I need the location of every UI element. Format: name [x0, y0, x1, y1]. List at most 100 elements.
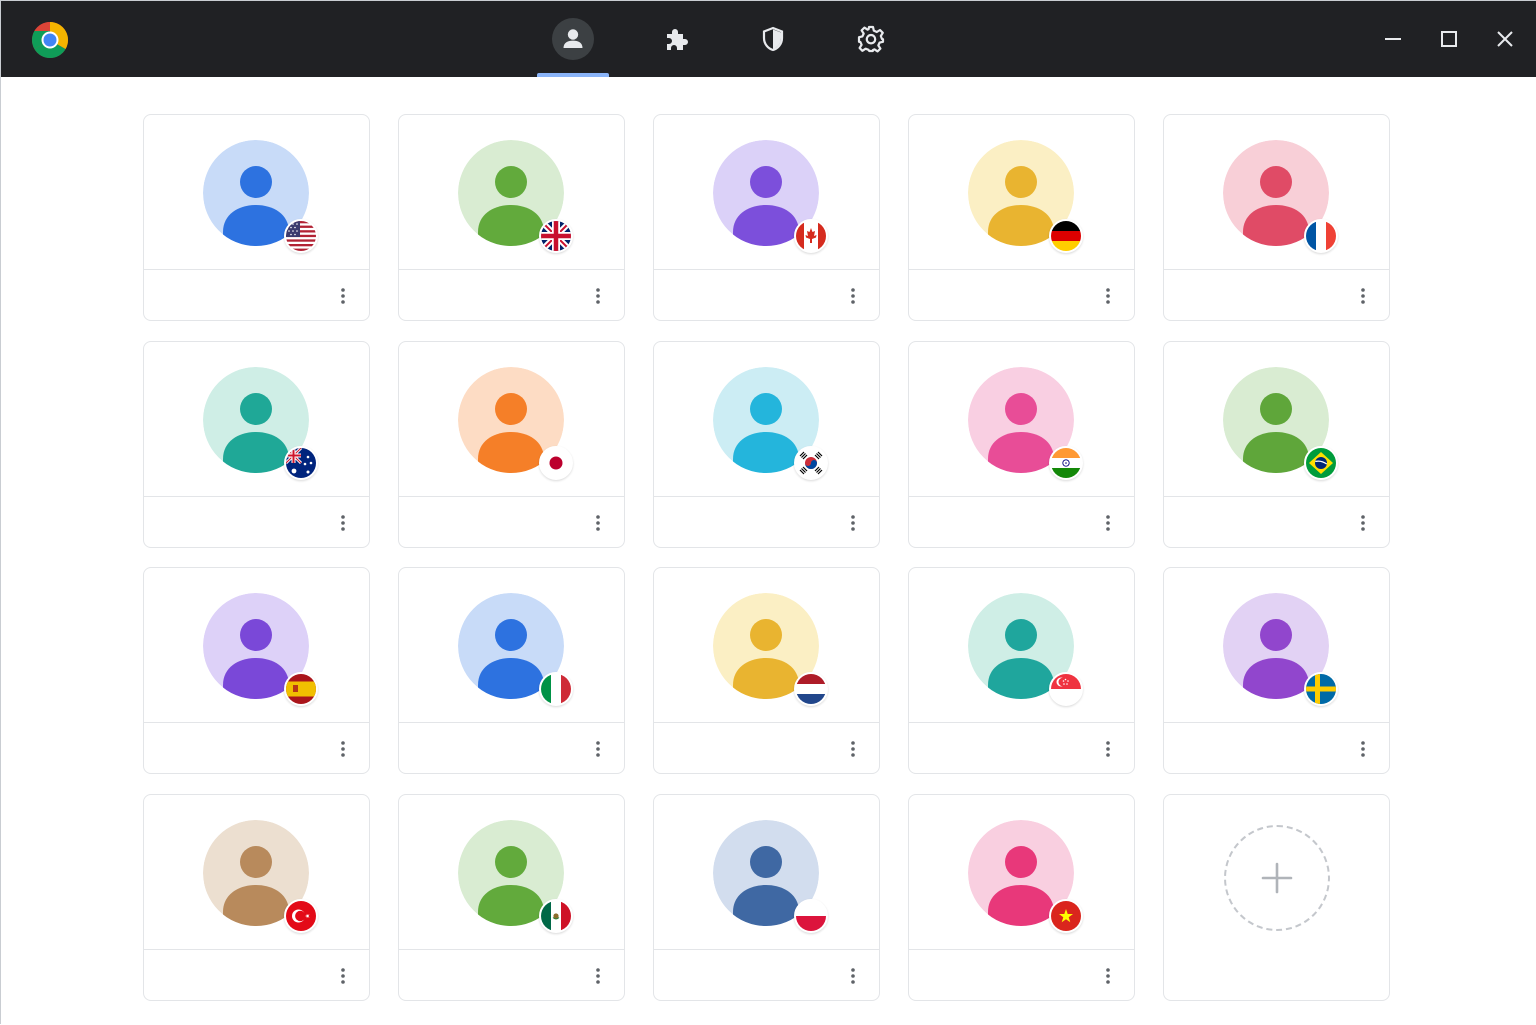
profile-card[interactable]	[143, 341, 370, 548]
minimize-icon	[1385, 38, 1401, 40]
tab-settings[interactable]	[835, 1, 907, 77]
flag-jp-icon	[539, 446, 573, 480]
more-options-button[interactable]	[1096, 282, 1120, 310]
more-vert-icon	[595, 514, 601, 532]
add-profile-card[interactable]	[1163, 794, 1390, 1001]
profile-card-footer	[654, 950, 879, 1002]
more-options-button[interactable]	[841, 962, 865, 990]
flag-it-icon	[539, 672, 573, 706]
more-options-button[interactable]	[841, 282, 865, 310]
maximize-icon	[1441, 31, 1457, 47]
more-options-button[interactable]	[331, 509, 355, 537]
more-options-button[interactable]	[586, 735, 610, 763]
more-options-button[interactable]	[586, 282, 610, 310]
profile-card-footer	[399, 723, 624, 775]
profile-card-avatar-area	[399, 795, 624, 950]
gear-icon	[850, 18, 892, 60]
profile-card[interactable]	[908, 794, 1135, 1001]
close-button[interactable]	[1485, 19, 1525, 59]
more-options-button[interactable]	[331, 962, 355, 990]
profile-card[interactable]	[1163, 114, 1390, 321]
flag-es-icon	[284, 672, 318, 706]
profile-card[interactable]	[653, 341, 880, 548]
minimize-button[interactable]	[1373, 19, 1413, 59]
person-icon	[552, 18, 594, 60]
flag-de-icon	[1049, 219, 1083, 253]
profile-card[interactable]	[908, 114, 1135, 321]
profile-card[interactable]	[1163, 567, 1390, 774]
more-vert-icon	[595, 967, 601, 985]
flag-fr-icon	[1304, 219, 1338, 253]
profile-card-footer	[399, 950, 624, 1002]
profile-card-avatar-area	[909, 568, 1134, 723]
more-options-button[interactable]	[586, 509, 610, 537]
more-options-button[interactable]	[841, 735, 865, 763]
flag-tr-icon	[284, 899, 318, 933]
profile-card[interactable]	[398, 341, 625, 548]
profile-card[interactable]	[143, 114, 370, 321]
tab-extensions[interactable]	[641, 1, 713, 77]
profile-card-footer	[1164, 270, 1389, 322]
profile-card-footer	[654, 723, 879, 775]
plus-icon	[1261, 862, 1293, 894]
more-options-button[interactable]	[1351, 509, 1375, 537]
profile-card-footer	[144, 497, 369, 549]
profile-card-avatar-area	[654, 795, 879, 950]
add-profile-button[interactable]	[1224, 825, 1330, 931]
profile-card[interactable]	[653, 567, 880, 774]
more-vert-icon	[340, 967, 346, 985]
more-vert-icon	[340, 740, 346, 758]
profile-card[interactable]	[143, 567, 370, 774]
more-options-button[interactable]	[1096, 509, 1120, 537]
profile-card[interactable]	[143, 794, 370, 1001]
more-vert-icon	[850, 967, 856, 985]
tab-profiles[interactable]	[537, 1, 609, 77]
flag-au-icon	[284, 446, 318, 480]
profile-card-avatar-area	[909, 115, 1134, 270]
more-vert-icon	[595, 740, 601, 758]
more-options-button[interactable]	[1351, 282, 1375, 310]
more-vert-icon	[595, 287, 601, 305]
profile-card[interactable]	[653, 794, 880, 1001]
flag-mx-icon	[539, 899, 573, 933]
flag-se-icon	[1304, 672, 1338, 706]
more-options-button[interactable]	[841, 509, 865, 537]
flag-gb-icon	[539, 219, 573, 253]
puzzle-piece-icon	[656, 18, 698, 60]
profile-card[interactable]	[1163, 341, 1390, 548]
more-options-button[interactable]	[1096, 735, 1120, 763]
more-options-button[interactable]	[586, 962, 610, 990]
profile-card-footer	[654, 270, 879, 322]
flag-pl-icon	[794, 899, 828, 933]
more-vert-icon	[1360, 287, 1366, 305]
more-vert-icon	[340, 287, 346, 305]
profile-card[interactable]	[398, 567, 625, 774]
flag-nl-icon	[794, 672, 828, 706]
close-icon	[1497, 31, 1513, 47]
flag-ca-icon	[794, 219, 828, 253]
tab-security[interactable]	[737, 1, 809, 77]
profile-card-avatar-area	[654, 568, 879, 723]
more-options-button[interactable]	[331, 282, 355, 310]
profile-card-footer	[1164, 723, 1389, 775]
maximize-button[interactable]	[1429, 19, 1469, 59]
profile-card[interactable]	[908, 341, 1135, 548]
profile-card[interactable]	[908, 567, 1135, 774]
more-vert-icon	[340, 514, 346, 532]
profile-card[interactable]	[398, 114, 625, 321]
more-vert-icon	[1105, 514, 1111, 532]
profile-picker-window	[0, 0, 1536, 1025]
profile-card-footer	[399, 270, 624, 322]
profile-card-footer	[144, 723, 369, 775]
more-options-button[interactable]	[1351, 735, 1375, 763]
profile-card-avatar-area	[144, 342, 369, 497]
more-options-button[interactable]	[331, 735, 355, 763]
profile-card-avatar-area	[144, 795, 369, 950]
more-vert-icon	[1105, 967, 1111, 985]
flag-vn-icon	[1049, 899, 1083, 933]
profile-card[interactable]	[398, 794, 625, 1001]
profile-card[interactable]	[653, 114, 880, 321]
more-options-button[interactable]	[1096, 962, 1120, 990]
profile-card-footer	[909, 950, 1134, 1002]
flag-us-icon	[284, 219, 318, 253]
